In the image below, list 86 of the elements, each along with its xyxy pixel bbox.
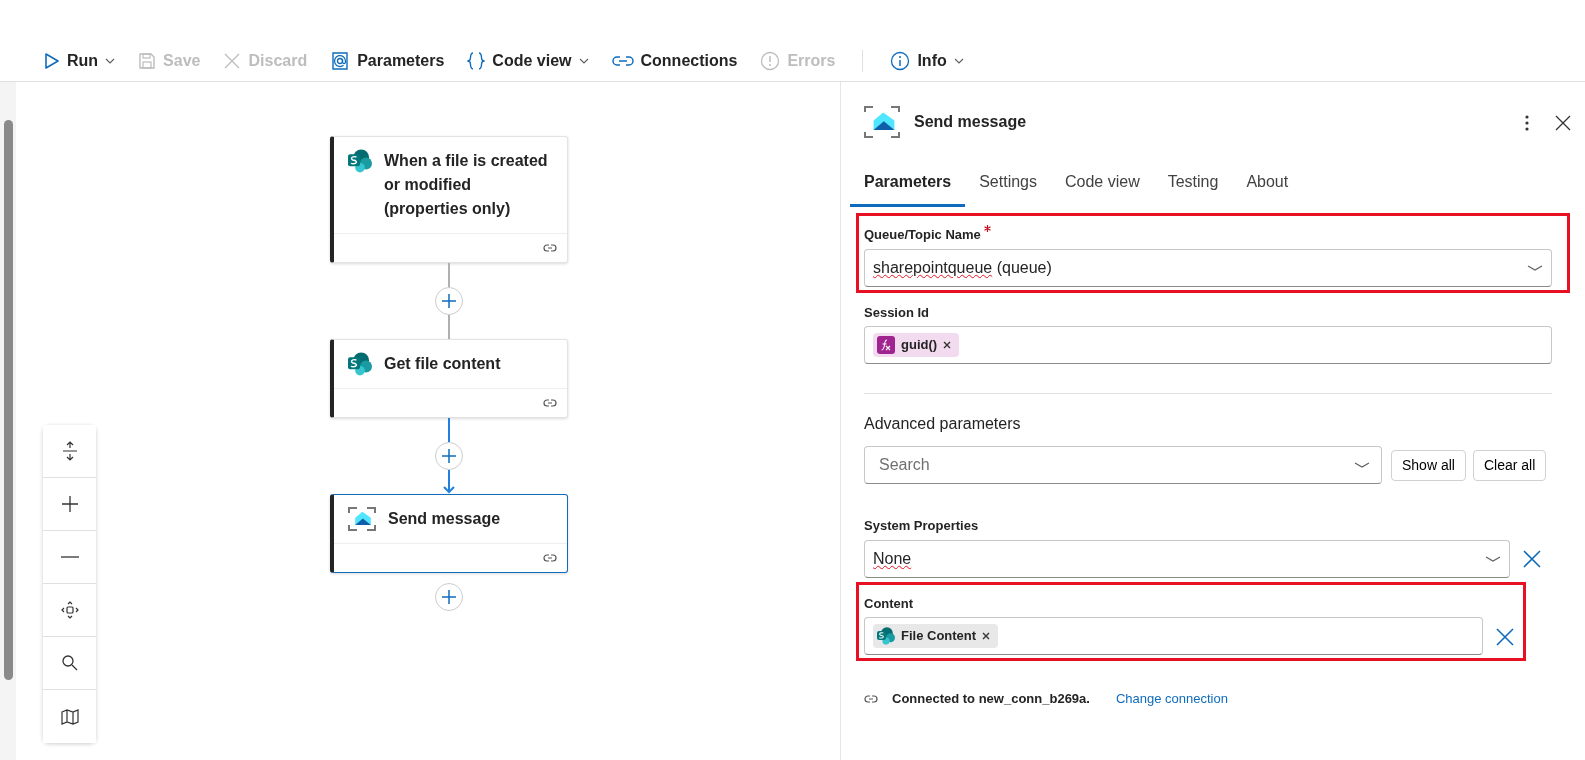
field-label: Session Id — [864, 303, 930, 322]
caret-icon — [578, 57, 589, 64]
token-chip[interactable]: guid() — [873, 333, 960, 357]
token-field[interactable]: File Content — [864, 617, 1483, 655]
plus-icon — [441, 293, 457, 309]
action-card[interactable]: Get file content — [330, 339, 568, 418]
caret-icon — [953, 57, 964, 64]
remove-icon — [943, 341, 952, 349]
field-label: System Properties — [864, 517, 979, 535]
more-icon — [1525, 114, 1529, 131]
panel-title: Send message — [914, 112, 1028, 132]
chevron-down-icon — [1485, 555, 1501, 562]
arrow-connector — [443, 470, 455, 494]
token-chip[interactable]: File Content — [873, 624, 999, 648]
action-title: When a file is created or modified (properties only) — [384, 151, 549, 219]
add-step-button[interactable] — [435, 442, 463, 470]
plus-icon — [441, 589, 457, 605]
alert-circle-icon — [760, 50, 781, 71]
connector-line — [448, 263, 450, 287]
tab[interactable]: Testing — [1153, 162, 1233, 207]
section-heading: Advanced parameters — [864, 414, 1022, 434]
search-icon — [59, 653, 80, 673]
play-icon — [44, 51, 60, 70]
field-label: Content — [864, 594, 914, 613]
tab[interactable]: Code view — [1051, 162, 1154, 207]
toolbar-button[interactable]: Code view — [459, 44, 597, 77]
dropdown-field[interactable]: None — [864, 539, 1510, 578]
action-button[interactable]: Show all — [1391, 449, 1466, 481]
connector-line — [448, 418, 450, 442]
action-title: Get file content — [384, 354, 501, 374]
action-card[interactable]: When a file is created or modified (properties only) — [330, 136, 568, 263]
chevron-down-icon — [1527, 264, 1543, 271]
braces-icon — [467, 50, 486, 71]
scrollbar[interactable] — [0, 82, 16, 760]
link-icon — [543, 552, 557, 564]
envelope-frame-icon — [348, 507, 376, 531]
plus-icon — [59, 494, 80, 514]
fit-height-button[interactable] — [43, 425, 96, 478]
tab[interactable]: Settings — [965, 162, 1051, 207]
link-icon — [864, 692, 878, 705]
action-button[interactable]: Clear all — [1472, 449, 1547, 481]
close-icon — [1523, 550, 1541, 569]
remove-icon — [982, 632, 991, 640]
action-card[interactable]: Send message — [330, 494, 568, 573]
toolbar-button[interactable]: Connections — [603, 44, 746, 77]
fit-view-button[interactable] — [43, 584, 96, 637]
link-icon — [543, 397, 557, 409]
field-label: Queue/Topic Name — [864, 226, 981, 244]
fit-icon — [59, 600, 80, 620]
search-button[interactable] — [43, 637, 96, 690]
toolbar-button[interactable]: Info — [882, 44, 972, 77]
function-icon — [877, 336, 895, 354]
chevron-down-icon — [1354, 462, 1370, 468]
add-step-button[interactable] — [435, 287, 463, 315]
plus-icon — [441, 448, 457, 464]
scrollbar-thumb[interactable] — [4, 120, 13, 680]
close-icon — [1555, 114, 1571, 131]
connection-text: Connected to new_conn_b269a. — [892, 690, 1090, 708]
save-icon — [138, 51, 157, 70]
sharepoint-icon — [877, 627, 895, 645]
close-icon — [1496, 627, 1514, 646]
info-icon — [890, 50, 911, 71]
caret-icon — [105, 57, 116, 64]
zoom-in-button[interactable] — [43, 478, 96, 531]
at-sign-icon — [330, 50, 351, 71]
required-asterisk-icon — [984, 225, 992, 232]
toolbar-button[interactable]: Run — [36, 44, 124, 77]
minimap-button[interactable] — [43, 690, 96, 743]
tab[interactable]: Parameters — [850, 162, 966, 207]
change-connection-link[interactable]: Change connection — [1115, 689, 1228, 709]
dropdown-field[interactable]: sharepointqueue (queue) — [864, 248, 1552, 287]
add-step-button[interactable] — [435, 583, 463, 611]
link-icon — [611, 53, 634, 68]
connector-line — [448, 315, 450, 339]
map-icon — [59, 706, 80, 727]
action-title: Send message — [388, 509, 501, 529]
link-icon — [543, 242, 557, 254]
envelope-frame-icon — [864, 106, 900, 138]
token-field[interactable]: guid() — [864, 326, 1552, 364]
sharepoint-icon — [348, 352, 372, 376]
toolbar-button[interactable]: Parameters — [322, 44, 453, 77]
close-icon — [223, 51, 242, 70]
tab[interactable]: About — [1232, 162, 1303, 207]
search-field[interactable]: Search — [864, 446, 1382, 484]
minus-icon — [60, 556, 79, 558]
sharepoint-icon — [348, 149, 372, 173]
